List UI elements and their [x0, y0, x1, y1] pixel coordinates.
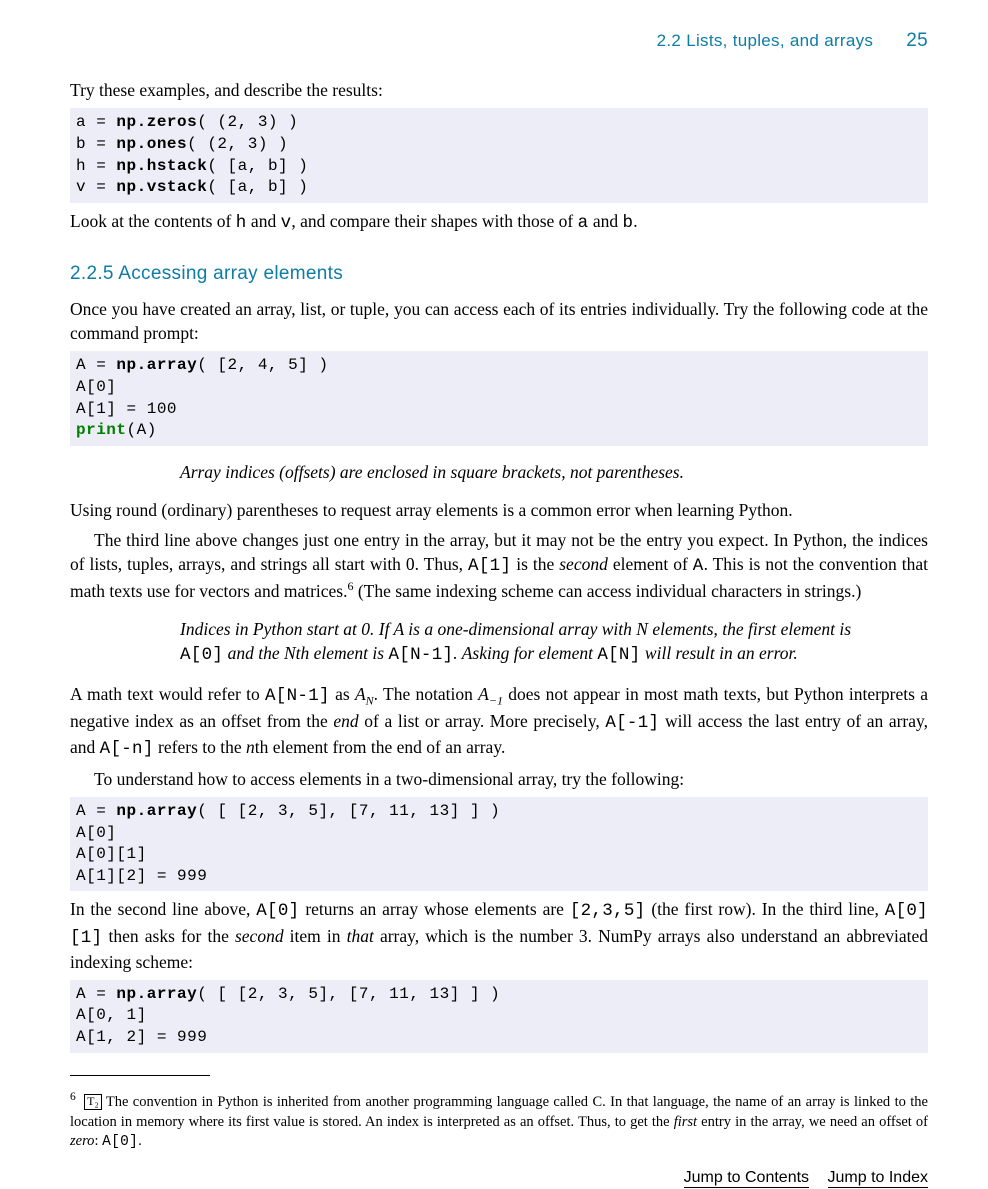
code-block: a = np.zeros( (2, 3) ) b = np.ones( (2, … — [70, 108, 928, 202]
code-block: A = np.array( [ [2, 3, 5], [7, 11, 13] ]… — [70, 980, 928, 1053]
subsection-heading: 2.2.5 Accessing array elements — [70, 261, 928, 287]
callout-note: Array indices (offsets) are enclosed in … — [180, 460, 928, 484]
paragraph: Once you have created an array, list, or… — [70, 297, 928, 345]
footnote-rule — [70, 1075, 210, 1076]
running-header: 2.2 Lists, tuples, and arrays 25 — [70, 28, 928, 54]
callout-note: Indices in Python start at 0. If A is a … — [180, 617, 928, 667]
paragraph: In the second line above, A[0] returns a… — [70, 897, 928, 973]
jump-to-contents-link[interactable]: Jump to Contents — [684, 1169, 809, 1188]
t2-icon: T₂ — [84, 1094, 102, 1110]
paragraph: To understand how to access elements in … — [70, 767, 928, 791]
page-number: 25 — [906, 30, 928, 51]
page: 2.2 Lists, tuples, and arrays 25 Try the… — [0, 0, 988, 1186]
paragraph: A math text would refer to A[N-1] as AN.… — [70, 682, 928, 761]
code-block: A = np.array( [ [2, 3, 5], [7, 11, 13] ]… — [70, 797, 928, 891]
code-block: A = np.array( [2, 4, 5] ) A[0] A[1] = 10… — [70, 351, 928, 445]
paragraph: Look at the contents of h and v, and com… — [70, 209, 928, 235]
header-section: 2.2 Lists, tuples, and arrays — [657, 31, 874, 50]
footnote-number: 6 — [70, 1091, 76, 1103]
footnote: 6 T₂ The convention in Python is inherit… — [70, 1090, 928, 1153]
paragraph: Using round (ordinary) parentheses to re… — [70, 498, 928, 522]
jump-to-index-link[interactable]: Jump to Index — [828, 1169, 929, 1188]
paragraph: Try these examples, and describe the res… — [70, 78, 928, 102]
paragraph: The third line above changes just one en… — [70, 528, 928, 603]
